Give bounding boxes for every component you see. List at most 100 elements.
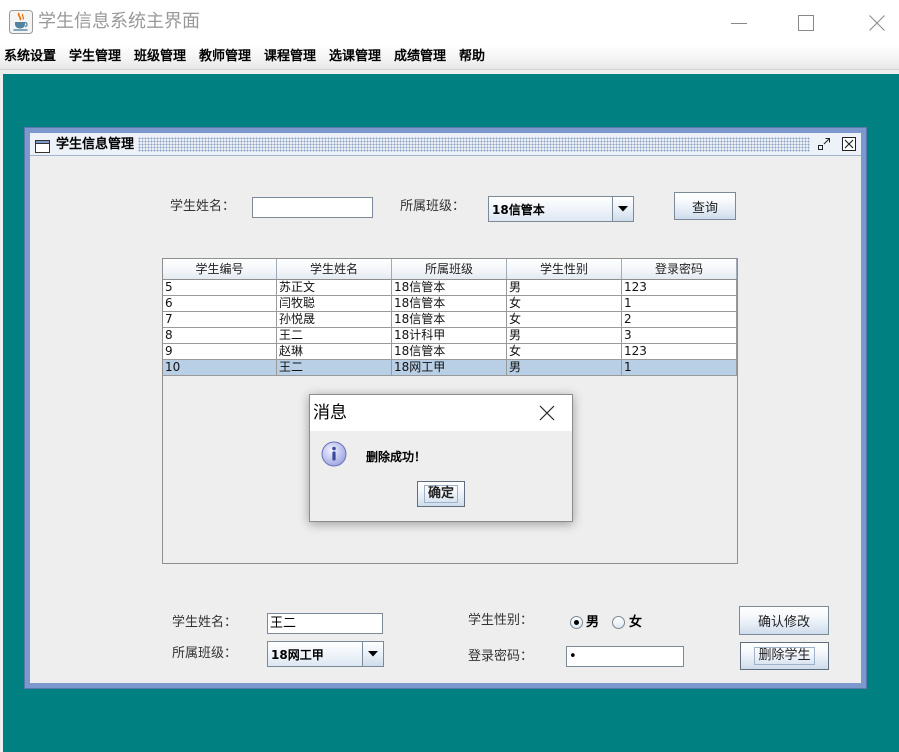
menu-student-management[interactable]: 学生管理 (69, 45, 121, 69)
cell-student-name[interactable]: 王二 (277, 360, 392, 376)
maximize-icon (797, 14, 814, 31)
search-class-label: 所属班级： (400, 199, 466, 214)
info-icon (321, 441, 347, 467)
cell-student-name[interactable]: 苏正文 (277, 280, 392, 296)
dialog-title: 消息 (313, 403, 347, 423)
search-class-combo-arrow-button[interactable] (612, 197, 633, 221)
gender-radio-female[interactable]: 女 (612, 614, 645, 630)
cell-gender[interactable]: 男 (507, 328, 622, 344)
cell-student-name[interactable]: 孙悦晟 (277, 312, 392, 328)
search-name-input[interactable] (252, 197, 373, 218)
cell-password[interactable]: 123 (622, 344, 737, 360)
minimize-icon (730, 22, 747, 24)
table-body: 5 苏正文 18信管本 男 123 6 闫牧聪 18信管本 女 1 7 孙悦晟 … (163, 280, 737, 376)
cell-student-id[interactable]: 8 (163, 328, 277, 344)
cell-password[interactable]: 3 (622, 328, 737, 344)
column-header-class[interactable]: 所属班级 (392, 259, 507, 279)
cell-password[interactable]: 2 (622, 312, 737, 328)
cell-gender[interactable]: 女 (507, 312, 622, 328)
dialog-ok-button[interactable]: 确定 (417, 481, 465, 507)
internal-frame-titlebar[interactable]: 学生信息管理 (30, 133, 861, 156)
column-header-student-name[interactable]: 学生姓名 (277, 259, 392, 279)
dialog-titlebar[interactable]: 消息 (310, 395, 572, 431)
table-header: 学生编号 学生姓名 所属班级 学生性别 登录密码 (163, 259, 737, 280)
search-class-selected: 18信管本 (492, 202, 545, 217)
cell-student-id[interactable]: 9 (163, 344, 277, 360)
table-row[interactable]: 10 王二 18网工甲 男 1 (163, 360, 737, 376)
title-bar-grip (138, 137, 810, 152)
cell-student-id[interactable]: 6 (163, 296, 277, 312)
table-row[interactable]: 8 王二 18计科甲 男 3 (163, 328, 737, 344)
cell-class[interactable]: 18信管本 (392, 280, 507, 296)
cell-password[interactable]: 1 (622, 296, 737, 312)
window-titlebar[interactable]: 学生信息系统主界面 (0, 0, 899, 45)
menu-teacher-management[interactable]: 教师管理 (199, 45, 251, 69)
delete-student-button-label: 删除学生 (754, 647, 815, 665)
radio-circle[interactable] (612, 616, 625, 629)
table-row[interactable]: 9 赵琳 18信管本 女 123 (163, 344, 737, 360)
edit-name-label: 学生姓名： (172, 615, 238, 630)
gender-radio-male-label: 男 (586, 615, 600, 630)
menu-help[interactable]: 帮助 (459, 45, 485, 69)
dialog-close-button[interactable] (527, 395, 567, 431)
maximize-button[interactable] (783, 0, 828, 45)
cell-class[interactable]: 18信管本 (392, 312, 507, 328)
confirm-edit-button[interactable]: 确认修改 (739, 606, 829, 635)
menu-course-management[interactable]: 课程管理 (264, 45, 316, 69)
edit-class-combo-arrow-button[interactable] (362, 642, 383, 666)
menu-class-management[interactable]: 班级管理 (134, 45, 186, 69)
close-box-icon (842, 137, 856, 151)
edit-name-input[interactable]: 王二 (267, 613, 383, 634)
edit-password-label: 登录密码： (468, 649, 534, 664)
cell-password[interactable]: 123 (622, 280, 737, 296)
minimize-button[interactable] (716, 0, 761, 45)
cell-password[interactable]: 1 (622, 360, 737, 376)
table-row[interactable]: 6 闫牧聪 18信管本 女 1 (163, 296, 737, 312)
internal-frame-iconify-button[interactable] (816, 136, 832, 152)
gender-radio-male[interactable]: 男 (570, 614, 602, 630)
cell-student-id[interactable]: 10 (163, 360, 277, 376)
close-button[interactable] (854, 0, 899, 45)
main-window: 学生信息系统主界面 系统设置 学生管理 班级管理 教师管理 课程管理 选课管理 … (0, 0, 899, 752)
edit-password-field[interactable]: • (566, 646, 684, 667)
cell-class[interactable]: 18网工甲 (392, 360, 507, 376)
radio-circle[interactable] (570, 616, 583, 629)
cell-class[interactable]: 18信管本 (392, 344, 507, 360)
cell-class[interactable]: 18计科甲 (392, 328, 507, 344)
table-row[interactable]: 7 孙悦晟 18信管本 女 2 (163, 312, 737, 328)
menu-grade-management[interactable]: 成绩管理 (394, 45, 446, 69)
close-icon (868, 14, 885, 31)
menu-bar: 系统设置 学生管理 班级管理 教师管理 课程管理 选课管理 成绩管理 帮助 (0, 45, 899, 70)
dialog-message: 删除成功！ (366, 450, 427, 464)
cell-gender[interactable]: 男 (507, 360, 622, 376)
query-button[interactable]: 查询 (674, 192, 736, 220)
restore-arrows-icon (818, 138, 830, 150)
window-title: 学生信息系统主界面 (38, 11, 200, 32)
cell-student-id[interactable]: 7 (163, 312, 277, 328)
cell-gender[interactable]: 男 (507, 280, 622, 296)
cell-gender[interactable]: 女 (507, 344, 622, 360)
column-header-gender[interactable]: 学生性别 (507, 259, 622, 279)
cell-class[interactable]: 18信管本 (392, 296, 507, 312)
cell-student-name[interactable]: 赵琳 (277, 344, 392, 360)
internal-frame-close-button[interactable] (841, 136, 857, 152)
column-header-student-id[interactable]: 学生编号 (163, 259, 277, 279)
menu-course-selection-management[interactable]: 选课管理 (329, 45, 381, 69)
delete-student-button[interactable]: 删除学生 (740, 642, 829, 670)
gender-radio-female-label: 女 (629, 615, 643, 630)
column-header-password[interactable]: 登录密码 (622, 259, 737, 279)
internal-frame-title: 学生信息管理 (56, 137, 135, 152)
query-button-label: 查询 (691, 200, 718, 216)
menu-system-settings[interactable]: 系统设置 (4, 45, 56, 69)
cell-gender[interactable]: 女 (507, 296, 622, 312)
edit-class-selected: 18网工甲 (271, 647, 324, 662)
close-icon (539, 405, 555, 421)
cell-student-name[interactable]: 王二 (277, 328, 392, 344)
cell-student-id[interactable]: 5 (163, 280, 277, 296)
table-row[interactable]: 5 苏正文 18信管本 男 123 (163, 280, 737, 296)
message-dialog: 消息 删除成功！ 确定 (309, 394, 573, 522)
edit-class-combo[interactable]: 18网工甲 (267, 641, 384, 667)
cell-student-name[interactable]: 闫牧聪 (277, 296, 392, 312)
search-class-combo[interactable]: 18信管本 (488, 196, 634, 222)
edit-class-label: 所属班级： (172, 646, 238, 661)
